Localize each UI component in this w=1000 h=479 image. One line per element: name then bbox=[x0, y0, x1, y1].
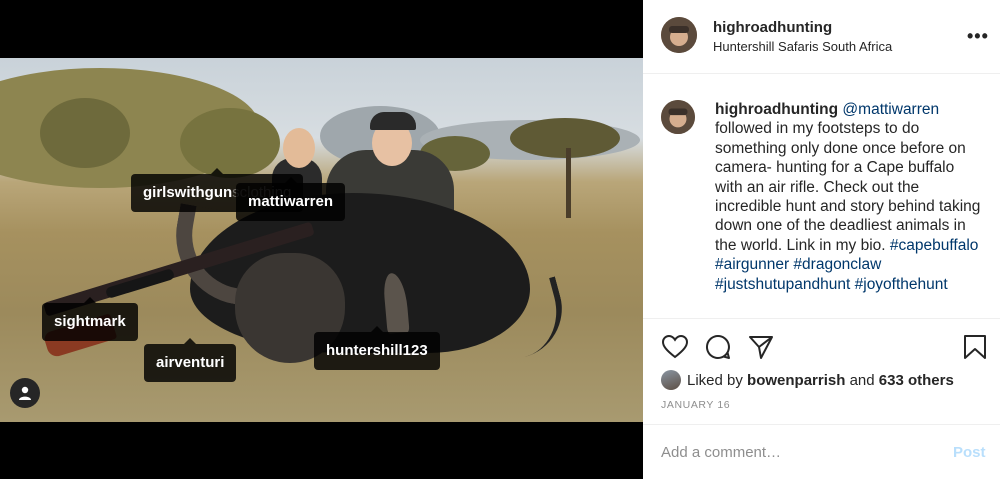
tree bbox=[40, 98, 130, 168]
post-location[interactable]: Huntershill Safaris South Africa bbox=[713, 39, 892, 54]
user-icon bbox=[19, 386, 31, 400]
hashtag[interactable]: #capebuffalo bbox=[890, 237, 979, 254]
share-icon[interactable] bbox=[747, 333, 775, 361]
tag-label: huntershill123 bbox=[326, 342, 428, 359]
post-sidebar: highroadhunting Huntershill Safaris Sout… bbox=[643, 0, 1000, 479]
person-man-cap bbox=[370, 112, 416, 130]
hashtag[interactable]: #dragonclaw bbox=[793, 256, 881, 273]
tag-label: girlswithgun bbox=[143, 184, 233, 201]
comment-bar: Post bbox=[643, 424, 1000, 479]
post-comment-button[interactable]: Post bbox=[953, 444, 986, 461]
tree-trunk bbox=[566, 148, 571, 218]
caption-avatar[interactable] bbox=[661, 100, 695, 134]
person-woman-head bbox=[283, 128, 315, 168]
tag-label: sightmark bbox=[54, 313, 126, 330]
avatar-image bbox=[661, 17, 697, 53]
caption-text: followed in my footsteps to do something… bbox=[715, 120, 981, 254]
tree bbox=[510, 118, 620, 158]
heart-icon[interactable] bbox=[661, 333, 689, 361]
likes-summary: Liked by bowenparrish and 633 others bbox=[661, 369, 954, 391]
tagged-users-button[interactable] bbox=[10, 378, 40, 408]
tag-label: airventuri bbox=[156, 354, 225, 371]
post-date[interactable]: JANUARY 16 bbox=[661, 399, 730, 411]
caption-mention[interactable]: @mattiwarren bbox=[842, 101, 939, 118]
bookmark-icon[interactable] bbox=[961, 333, 989, 361]
post-caption: highroadhunting @mattiwarren followed in… bbox=[715, 100, 985, 294]
photo-pane: girlswithgunsclothing mattiwarren sightm… bbox=[0, 0, 643, 479]
caption-username[interactable]: highroadhunting bbox=[715, 101, 838, 118]
hashtag[interactable]: #joyofthehunt bbox=[855, 276, 948, 293]
likes-others-link[interactable]: 633 others bbox=[879, 372, 954, 389]
comment-input[interactable] bbox=[661, 437, 931, 467]
tag-label: mattiwarren bbox=[248, 193, 334, 210]
avatar[interactable] bbox=[661, 17, 697, 53]
post-author-username[interactable]: highroadhunting bbox=[713, 19, 832, 36]
likes-and: and bbox=[849, 371, 875, 389]
hashtag[interactable]: #justshutupandhunt bbox=[715, 276, 850, 293]
buffalo-tail bbox=[496, 276, 574, 360]
user-tag-sightmark[interactable]: sightmark bbox=[42, 297, 138, 341]
liker-username[interactable]: bowenparrish bbox=[747, 372, 845, 389]
more-options-icon[interactable]: ••• bbox=[967, 26, 989, 47]
liker-avatar[interactable] bbox=[661, 370, 681, 390]
avatar-image bbox=[661, 100, 695, 134]
likes-prefix: Liked by bbox=[687, 371, 743, 389]
comment-icon[interactable] bbox=[704, 333, 732, 361]
post-header: highroadhunting Huntershill Safaris Sout… bbox=[643, 0, 1000, 74]
post-actions bbox=[643, 318, 1000, 372]
user-tag-huntershill123[interactable]: huntershill123 bbox=[314, 326, 440, 370]
user-tag-airventuri[interactable]: airventuri bbox=[144, 338, 237, 382]
hashtag[interactable]: #airgunner bbox=[715, 256, 789, 273]
user-tag-mattiwarren[interactable]: mattiwarren bbox=[236, 177, 346, 221]
tree bbox=[180, 108, 280, 178]
